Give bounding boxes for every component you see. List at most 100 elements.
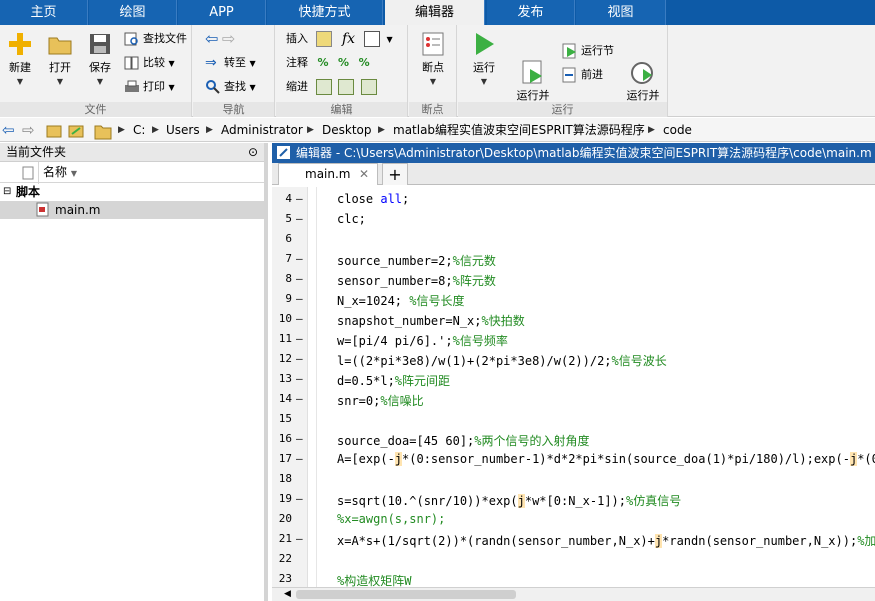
find-files-label: 查找文件 <box>143 32 187 45</box>
path-segment[interactable]: Administrator <box>221 118 303 142</box>
breakpoint-marker[interactable]: — <box>296 332 303 345</box>
tab-editor[interactable]: 编辑器 <box>385 0 485 25</box>
code-text: %x=awgn(s,snr); <box>337 512 446 526</box>
decrease-indent-icon[interactable] <box>360 79 377 95</box>
navigation-group: ⇦ ⇨ ⇒ 转至 ▼ 查找 ▼ 导航 <box>193 25 275 117</box>
folder-row[interactable]: ⊟ 脚本 <box>0 183 264 201</box>
up-folder-icon[interactable] <box>46 118 62 142</box>
code-line[interactable]: 21 — x=A*s+(1/sqrt(2))*(randn(sensor_numbe… <box>272 529 875 549</box>
advance-button[interactable]: 前进 <box>562 65 603 85</box>
code-line[interactable]: 11 — w=[pi/4 pi/6].';%信号频率 <box>272 329 875 349</box>
tab-plots[interactable]: 绘图 <box>89 0 177 25</box>
uncomment-icon[interactable]: % <box>338 56 349 69</box>
close-icon[interactable]: ✕ <box>359 164 369 185</box>
path-segment[interactable]: matlab编程实值波束空间ESPRIT算法源码程序 <box>393 118 645 142</box>
code-line[interactable]: 6 <box>272 229 875 249</box>
path-segment[interactable]: Users <box>166 118 200 142</box>
indent-button[interactable]: 缩进 <box>286 77 380 97</box>
panel-menu-icon[interactable]: ⊙ <box>248 143 258 162</box>
save-label: 保存 <box>89 61 111 74</box>
code-text: x=A*s+(1/sqrt(2))*(randn(sensor_number,N… <box>337 534 875 548</box>
breakpoint-marker[interactable]: — <box>296 352 303 365</box>
tab-shortcuts[interactable]: 快捷方式 <box>267 0 383 25</box>
insert-button[interactable]: 插入 <box>286 29 335 49</box>
code-line[interactable]: 18 <box>272 469 875 489</box>
breakpoint-marker[interactable]: — <box>296 192 303 205</box>
file-tab-main[interactable]: main.m ✕ <box>278 163 378 185</box>
code-line[interactable]: 16 — source_doa=[45 60];%两个信号的入射角度 <box>272 429 875 449</box>
path-segment[interactable]: C: <box>133 118 145 142</box>
smart-indent-icon[interactable] <box>315 79 332 95</box>
back-forward-buttons[interactable]: ⇦ ⇨ <box>205 29 235 49</box>
run-button[interactable]: 运行 ▼ <box>466 31 502 89</box>
code-line[interactable]: 13 — d=0.5*l;%阵元间距 <box>272 369 875 389</box>
code-line[interactable]: 19 — s=sqrt(10.^(snr/10))*exp(j*w*[0:N_x-1… <box>272 489 875 509</box>
horizontal-scrollbar[interactable]: ◀ <box>272 587 875 601</box>
goto-button[interactable]: ⇒ 转至 ▼ <box>205 53 256 73</box>
breakpoint-marker[interactable]: — <box>296 452 303 465</box>
breakpoint-marker[interactable]: — <box>296 312 303 325</box>
name-column[interactable]: 名称 ▼ <box>38 162 77 184</box>
code-line[interactable]: 5 — clc; <box>272 209 875 229</box>
breakpoint-marker[interactable]: — <box>296 392 303 405</box>
browse-folder-icon[interactable] <box>68 118 84 142</box>
run-section-button[interactable]: 运行节 <box>562 41 614 61</box>
path-segment[interactable]: code <box>663 118 692 142</box>
fx-button[interactable]: fx <box>342 29 355 49</box>
find-button[interactable]: 查找 ▼ <box>205 77 256 97</box>
line-number: 8 <box>285 272 292 285</box>
breakpoint-marker[interactable]: — <box>296 212 303 225</box>
forward-arrow-icon[interactable]: ⇨ <box>222 29 235 48</box>
new-tab-button[interactable]: + <box>382 163 408 185</box>
run-group: 运行 ▼ 运行并 前进 运行节 前进 运行并 计时 运行 <box>458 25 668 117</box>
breakpoint-marker[interactable]: — <box>296 372 303 385</box>
comment-button[interactable]: 注释 % % % <box>286 53 370 73</box>
code-line[interactable]: 4 — close all; <box>272 189 875 209</box>
find-files-button[interactable]: 查找文件 <box>124 29 187 49</box>
breakpoint-marker[interactable]: — <box>296 432 303 445</box>
tab-view[interactable]: 视图 <box>576 0 666 25</box>
back-arrow-icon[interactable]: ⇦ <box>205 29 218 48</box>
path-segment[interactable]: Desktop <box>322 118 372 142</box>
code-line[interactable]: 14 — snr=0;%信噪比 <box>272 389 875 409</box>
print-button[interactable]: 打印 ▼ <box>124 77 175 97</box>
breakpoints-button[interactable]: 断点 ▼ <box>415 31 451 89</box>
code-line[interactable]: 12 — l=((2*pi*3e8)/w(1)+(2*pi*3e8)/w(2))/2… <box>272 349 875 369</box>
scrollbar-thumb[interactable] <box>296 590 516 599</box>
wrap-comment-icon[interactable]: % <box>359 56 370 69</box>
code-line[interactable]: 17 — A=[exp(-j*(0:sensor_number-1)*d*2*pi*… <box>272 449 875 469</box>
chevron-down-icon: ▼ <box>56 77 64 86</box>
breakpoint-marker[interactable]: — <box>296 532 303 545</box>
new-button[interactable]: 新建 ▼ <box>4 31 36 89</box>
tab-home[interactable]: 主页 <box>0 0 88 25</box>
file-row[interactable]: main.m <box>0 201 264 219</box>
collapse-icon[interactable]: ⊟ <box>3 183 11 201</box>
column-header[interactable]: 名称 ▼ <box>0 162 264 184</box>
open-button[interactable]: 打开 ▼ <box>44 31 76 89</box>
code-line[interactable]: 8 — sensor_number=8;%阵元数 <box>272 269 875 289</box>
code-line[interactable]: 22 <box>272 549 875 569</box>
path-separator-icon: ▶ <box>206 125 213 135</box>
percent-icon[interactable]: % <box>318 56 329 69</box>
goto-icon: ⇒ <box>205 55 217 71</box>
code-line[interactable]: 7 — source_number=2;%信元数 <box>272 249 875 269</box>
function-browser-button[interactable]: ▼ <box>364 29 393 49</box>
save-button[interactable]: 保存 ▼ <box>84 31 116 89</box>
code-line[interactable]: 23 %构造权矩阵W <box>272 569 875 587</box>
code-line[interactable]: 15 <box>272 409 875 429</box>
increase-indent-icon[interactable] <box>338 79 354 95</box>
scroll-left-icon[interactable]: ◀ <box>284 589 291 599</box>
breakpoint-marker[interactable]: — <box>296 272 303 285</box>
breakpoint-marker[interactable]: — <box>296 492 303 505</box>
back-arrow-icon[interactable]: ⇦ <box>2 118 15 142</box>
compare-button[interactable]: 比较 ▼ <box>124 53 175 73</box>
breakpoint-marker[interactable]: — <box>296 292 303 305</box>
breakpoint-marker[interactable]: — <box>296 252 303 265</box>
tab-apps[interactable]: APP <box>178 0 266 25</box>
code-line[interactable]: 10 — snapshot_number=N_x;%快拍数 <box>272 309 875 329</box>
code-line[interactable]: 20 %x=awgn(s,snr); <box>272 509 875 529</box>
tab-publish[interactable]: 发布 <box>487 0 575 25</box>
code-area[interactable]: 4 — close all; 5 — clc; 6 7 — source_number=2;%信元… <box>272 187 875 587</box>
code-line[interactable]: 9 — N_x=1024; %信号长度 <box>272 289 875 309</box>
forward-arrow-icon[interactable]: ⇨ <box>22 118 35 142</box>
